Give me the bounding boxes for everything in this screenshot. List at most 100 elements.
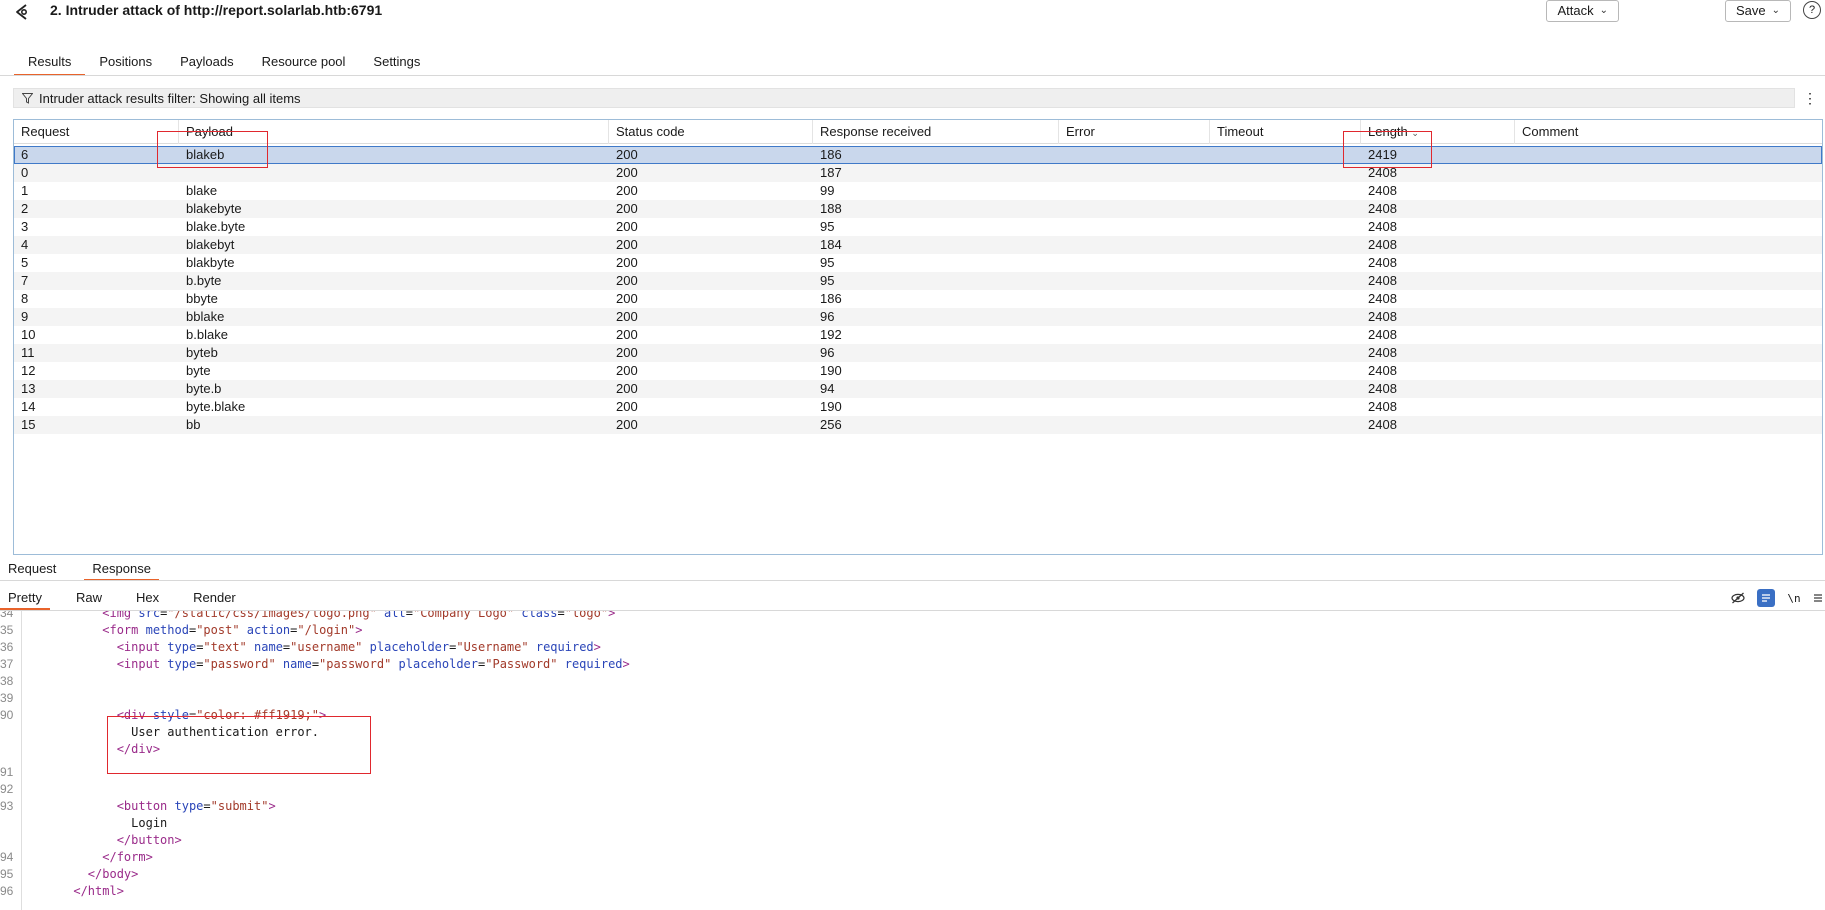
cell-length: 2408 [1368, 345, 1397, 360]
code-token-txt: = [405, 611, 413, 620]
table-row[interactable]: 9 bblake 200 96 2408 [14, 308, 1822, 326]
table-row[interactable]: 7 b.byte 200 95 2408 [14, 272, 1822, 290]
cell-length: 2408 [1368, 381, 1397, 396]
cell-comment [1515, 182, 1822, 200]
tab-hex[interactable]: Hex [128, 588, 167, 610]
cell-length: 2408 [1368, 183, 1397, 198]
code-text: <button type="submit"> [30, 798, 276, 815]
code-token-tag: <input [116, 657, 168, 671]
cell-received: 187 [820, 165, 842, 180]
tab-payloads[interactable]: Payloads [166, 52, 247, 76]
cell-comment [1515, 290, 1822, 308]
table-row[interactable]: 15 bb 200 256 2408 [14, 416, 1822, 434]
tab-results[interactable]: Results [14, 52, 86, 76]
cell-comment [1515, 308, 1822, 326]
code-token-str: "text" [203, 640, 247, 654]
filter-text: Intruder attack results filter: Showing … [39, 90, 301, 106]
line-number: 91 [0, 765, 14, 779]
save-button-label: Save [1735, 3, 1766, 18]
tab-raw[interactable]: Raw [68, 588, 110, 610]
cell-timeout [1210, 416, 1361, 434]
column-header-response-received[interactable]: Response received [813, 120, 1059, 144]
cell-payload: blakebyte [186, 201, 242, 216]
table-row[interactable]: 13 byte.b 200 94 2408 [14, 380, 1822, 398]
attack-button-label: Attack [1557, 3, 1594, 18]
code-token-tag: <form [102, 623, 146, 637]
tab-resource-pool[interactable]: Resource pool [248, 52, 360, 76]
results-filter-bar[interactable]: Intruder attack results filter: Showing … [13, 88, 1795, 108]
code-token-attr: required [535, 640, 594, 654]
line-number: 94 [0, 850, 14, 864]
code-token-str: "username" [290, 640, 363, 654]
cell-length: 2408 [1368, 201, 1397, 216]
column-header-timeout[interactable]: Timeout [1210, 120, 1361, 144]
table-row[interactable]: 5 blakbyte 200 95 2408 [14, 254, 1822, 272]
tab-settings[interactable]: Settings [359, 52, 434, 76]
column-header-status-code[interactable]: Status code [609, 120, 813, 144]
wrap-icon[interactable] [1757, 589, 1775, 607]
table-row[interactable]: 4 blakebyt 200 184 2408 [14, 236, 1822, 254]
save-button[interactable]: Save ⌄ [1724, 0, 1791, 22]
cell-comment [1515, 164, 1822, 182]
column-header-comment[interactable]: Comment [1515, 120, 1822, 144]
tab-request[interactable]: Request [0, 559, 64, 581]
code-token-str: "Company Logo" [412, 611, 515, 620]
cell-comment [1515, 398, 1822, 416]
tab-render[interactable]: Render [185, 588, 244, 610]
table-row[interactable]: 10 b.blake 200 192 2408 [14, 326, 1822, 344]
code-token-tag: > [622, 657, 630, 671]
cell-status: 200 [616, 327, 638, 342]
cell-error [1059, 326, 1210, 344]
code-token-attr: method [145, 623, 189, 637]
table-row[interactable]: 3 blake.byte 200 95 2408 [14, 218, 1822, 236]
cell-payload: b.byte [186, 273, 222, 288]
column-header-request[interactable]: Request [14, 120, 179, 144]
column-header-error[interactable]: Error [1059, 120, 1210, 144]
more-options-icon[interactable]: ⋮ [1803, 88, 1817, 108]
cell-length: 2408 [1368, 399, 1397, 414]
cell-request: 8 [21, 291, 29, 306]
cell-error [1059, 272, 1210, 290]
table-row[interactable]: 8 bbyte 200 186 2408 [14, 290, 1822, 308]
cell-request: 2 [21, 201, 29, 216]
code-token-tag: </body> [87, 867, 139, 881]
eye-off-icon[interactable] [1729, 589, 1747, 607]
cell-payload: bblake [186, 309, 225, 324]
menu-icon[interactable] [1813, 589, 1823, 607]
cell-error [1059, 416, 1210, 434]
table-row[interactable]: 2 blakebyte 200 188 2408 [14, 200, 1822, 218]
table-row[interactable]: 11 byteb 200 96 2408 [14, 344, 1822, 362]
cell-payload: byte.b [186, 381, 222, 396]
cell-length: 2408 [1368, 255, 1397, 270]
cell-comment [1515, 254, 1822, 272]
table-row[interactable]: 12 byte 200 190 2408 [14, 362, 1822, 380]
cell-comment [1515, 416, 1822, 434]
code-token-attr: type [174, 799, 204, 813]
cell-request: 6 [21, 147, 29, 162]
table-row[interactable]: 14 byte.blake 200 190 2408 [14, 398, 1822, 416]
table-row[interactable]: 1 blake 200 99 2408 [14, 182, 1822, 200]
cell-timeout [1210, 200, 1361, 218]
table-row-selected[interactable]: 6 blakeb 200 186 2419 [14, 146, 1822, 164]
cell-error [1059, 362, 1210, 380]
cell-length: 2408 [1368, 273, 1397, 288]
newline-icon[interactable]: \n [1785, 589, 1803, 607]
cell-error [1059, 146, 1210, 164]
cell-received: 99 [820, 183, 835, 198]
cell-comment [1515, 344, 1822, 362]
line-number: 38 [0, 674, 14, 688]
tab-response[interactable]: Response [84, 559, 159, 581]
cell-payload: byte.blake [186, 399, 246, 414]
table-row[interactable]: 0 200 187 2408 [14, 164, 1822, 182]
help-icon[interactable]: ? [1803, 1, 1821, 19]
tab-pretty[interactable]: Pretty [0, 588, 50, 610]
cell-timeout [1210, 326, 1361, 344]
tab-positions[interactable]: Positions [85, 52, 166, 76]
attack-button[interactable]: Attack ⌄ [1546, 0, 1619, 22]
cell-request: 12 [21, 363, 36, 378]
code-text: </body> [30, 866, 139, 883]
code-token-tag: </form> [102, 850, 153, 864]
